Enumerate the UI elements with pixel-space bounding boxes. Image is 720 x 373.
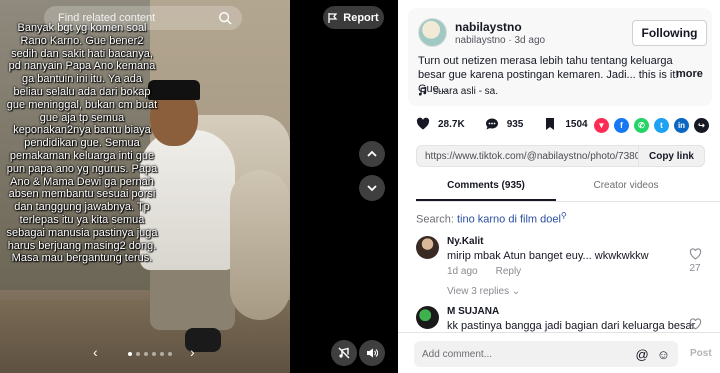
report-label: Report [343, 11, 379, 24]
comment-text: mirip mbak Atun banget euy... wkwkwkkw [447, 250, 649, 262]
find-related-label: Find related content [58, 12, 156, 24]
comment-action[interactable]: 935 [485, 117, 524, 131]
post-time: 3d ago [514, 35, 546, 46]
carousel-dot[interactable] [144, 352, 148, 356]
search-query-link[interactable]: tino karno di film doel [457, 214, 561, 226]
comment-bubble-icon [485, 118, 498, 130]
comment-composer: Add comment... @ ☺ Post [398, 332, 720, 373]
commenter-name[interactable]: M SUJANA [447, 306, 499, 317]
comment-like[interactable]: 27 [688, 248, 702, 274]
emoji-icon[interactable]: ☺ [657, 347, 670, 362]
author-avatar[interactable] [418, 18, 447, 47]
comment-item: Ny.Kalit mirip mbak Atun banget euy... w… [416, 236, 711, 297]
caption-more-link[interactable]: more [676, 68, 703, 80]
carousel-dot[interactable] [128, 352, 132, 356]
commenter-avatar[interactable] [416, 306, 439, 329]
heart-outline-icon [689, 318, 701, 330]
bookmark-icon [546, 118, 555, 130]
author-username[interactable]: nabilaystno [455, 20, 522, 34]
post-url[interactable]: https://www.tiktok.com/@nabilaystno/phot… [417, 151, 638, 162]
search-suggestion[interactable]: Search: tino karno di film doel⚲ [416, 211, 567, 226]
search-prefix: Search: [416, 213, 457, 226]
no-music-icon [338, 347, 350, 359]
like-count: 28.7K [438, 118, 465, 130]
heart-outline-icon [689, 248, 701, 260]
carousel-dot[interactable] [152, 352, 156, 356]
search-icon [219, 12, 232, 25]
carousel-dots [128, 352, 172, 356]
share-icons: ▼ f ✆ t in ↪ [594, 118, 709, 133]
save-action[interactable]: 1504 [543, 117, 588, 131]
post-photo: Banyak bgt yg komen soal Rano Karno. Gue… [0, 0, 290, 373]
following-button[interactable]: Following [632, 20, 707, 46]
copy-link-button[interactable]: Copy link [637, 146, 704, 166]
author-handle[interactable]: nabilaystno [455, 35, 506, 46]
tiktok-share-icon[interactable]: ▼ [594, 118, 609, 133]
comment-like[interactable] [688, 318, 702, 333]
tiktok-photo-page: Banyak bgt yg komen soal Rano Karno. Gue… [0, 0, 720, 373]
carousel-prev-arrow[interactable]: ‹ [93, 344, 98, 360]
post-detail-panel: nabilaystno nabilaystno · 3d ago Followi… [398, 0, 720, 373]
chevron-down-icon [367, 185, 377, 192]
add-comment-placeholder: Add comment... [422, 348, 493, 360]
link-copy-box: https://www.tiktok.com/@nabilaystno/phot… [416, 145, 705, 167]
carousel-dot[interactable] [136, 352, 140, 356]
post-info-card: nabilaystno nabilaystno · 3d ago Followi… [408, 8, 712, 106]
save-count: 1504 [565, 118, 588, 130]
comment-count: 935 [506, 118, 524, 130]
view-replies-link[interactable]: View 3 replies ⌄ [447, 286, 520, 297]
carousel-dot[interactable] [160, 352, 164, 356]
volume-button[interactable] [359, 340, 385, 366]
carousel-next-arrow[interactable]: › [190, 344, 195, 360]
panel-tabs: Comments (935) Creator videos [416, 178, 720, 202]
report-button[interactable]: Report [323, 6, 384, 29]
like-action[interactable]: 28.7K [416, 117, 465, 131]
photo-overlay-caption: Banyak bgt yg komen soal Rano Karno. Gue… [6, 22, 158, 265]
post-actions: 28.7K 935 1504 [416, 117, 608, 131]
author-meta: nabilaystno · 3d ago [455, 35, 545, 46]
tab-comments[interactable]: Comments (935) [416, 178, 556, 201]
tab-creator-videos[interactable]: Creator videos [556, 178, 696, 201]
sound-label: suara asli - sa. [433, 86, 499, 97]
commenter-name[interactable]: Ny.Kalit [447, 236, 484, 247]
linkedin-icon[interactable]: in [674, 118, 689, 133]
music-note-icon [418, 87, 427, 96]
comment-meta: 1d ago Reply [447, 266, 521, 277]
comment-time: 1d ago [447, 266, 478, 277]
volume-icon [367, 348, 378, 358]
chevron-up-icon [367, 150, 377, 157]
media-viewer[interactable]: Banyak bgt yg komen soal Rano Karno. Gue… [0, 0, 398, 373]
find-related-search[interactable]: Find related content [44, 6, 242, 30]
music-toggle-button[interactable] [331, 340, 357, 366]
search-small-icon: ⚲ [560, 211, 567, 220]
sound-link[interactable]: suara asli - sa. [418, 86, 498, 97]
facebook-icon[interactable]: f [614, 118, 629, 133]
photo-sofa-arm [230, 170, 290, 320]
photo-person-pants [150, 260, 235, 330]
previous-post-button[interactable] [359, 141, 385, 167]
add-comment-input[interactable]: Add comment... @ ☺ [414, 341, 678, 367]
commenter-avatar[interactable] [416, 236, 439, 259]
flag-icon [328, 12, 338, 23]
share-arrow-icon[interactable]: ↪ [694, 118, 709, 133]
reply-link[interactable]: Reply [496, 266, 522, 277]
whatsapp-icon[interactable]: ✆ [634, 118, 649, 133]
heart-icon [416, 117, 430, 130]
mention-icon[interactable]: @ [636, 347, 649, 362]
post-comment-button[interactable]: Post [690, 348, 712, 359]
comment-text: kk pastinya bangga jadi bagian dari kelu… [447, 320, 696, 332]
next-post-button[interactable] [359, 175, 385, 201]
carousel-dot[interactable] [168, 352, 172, 356]
twitter-icon[interactable]: t [654, 118, 669, 133]
comment-like-count: 27 [689, 263, 701, 274]
